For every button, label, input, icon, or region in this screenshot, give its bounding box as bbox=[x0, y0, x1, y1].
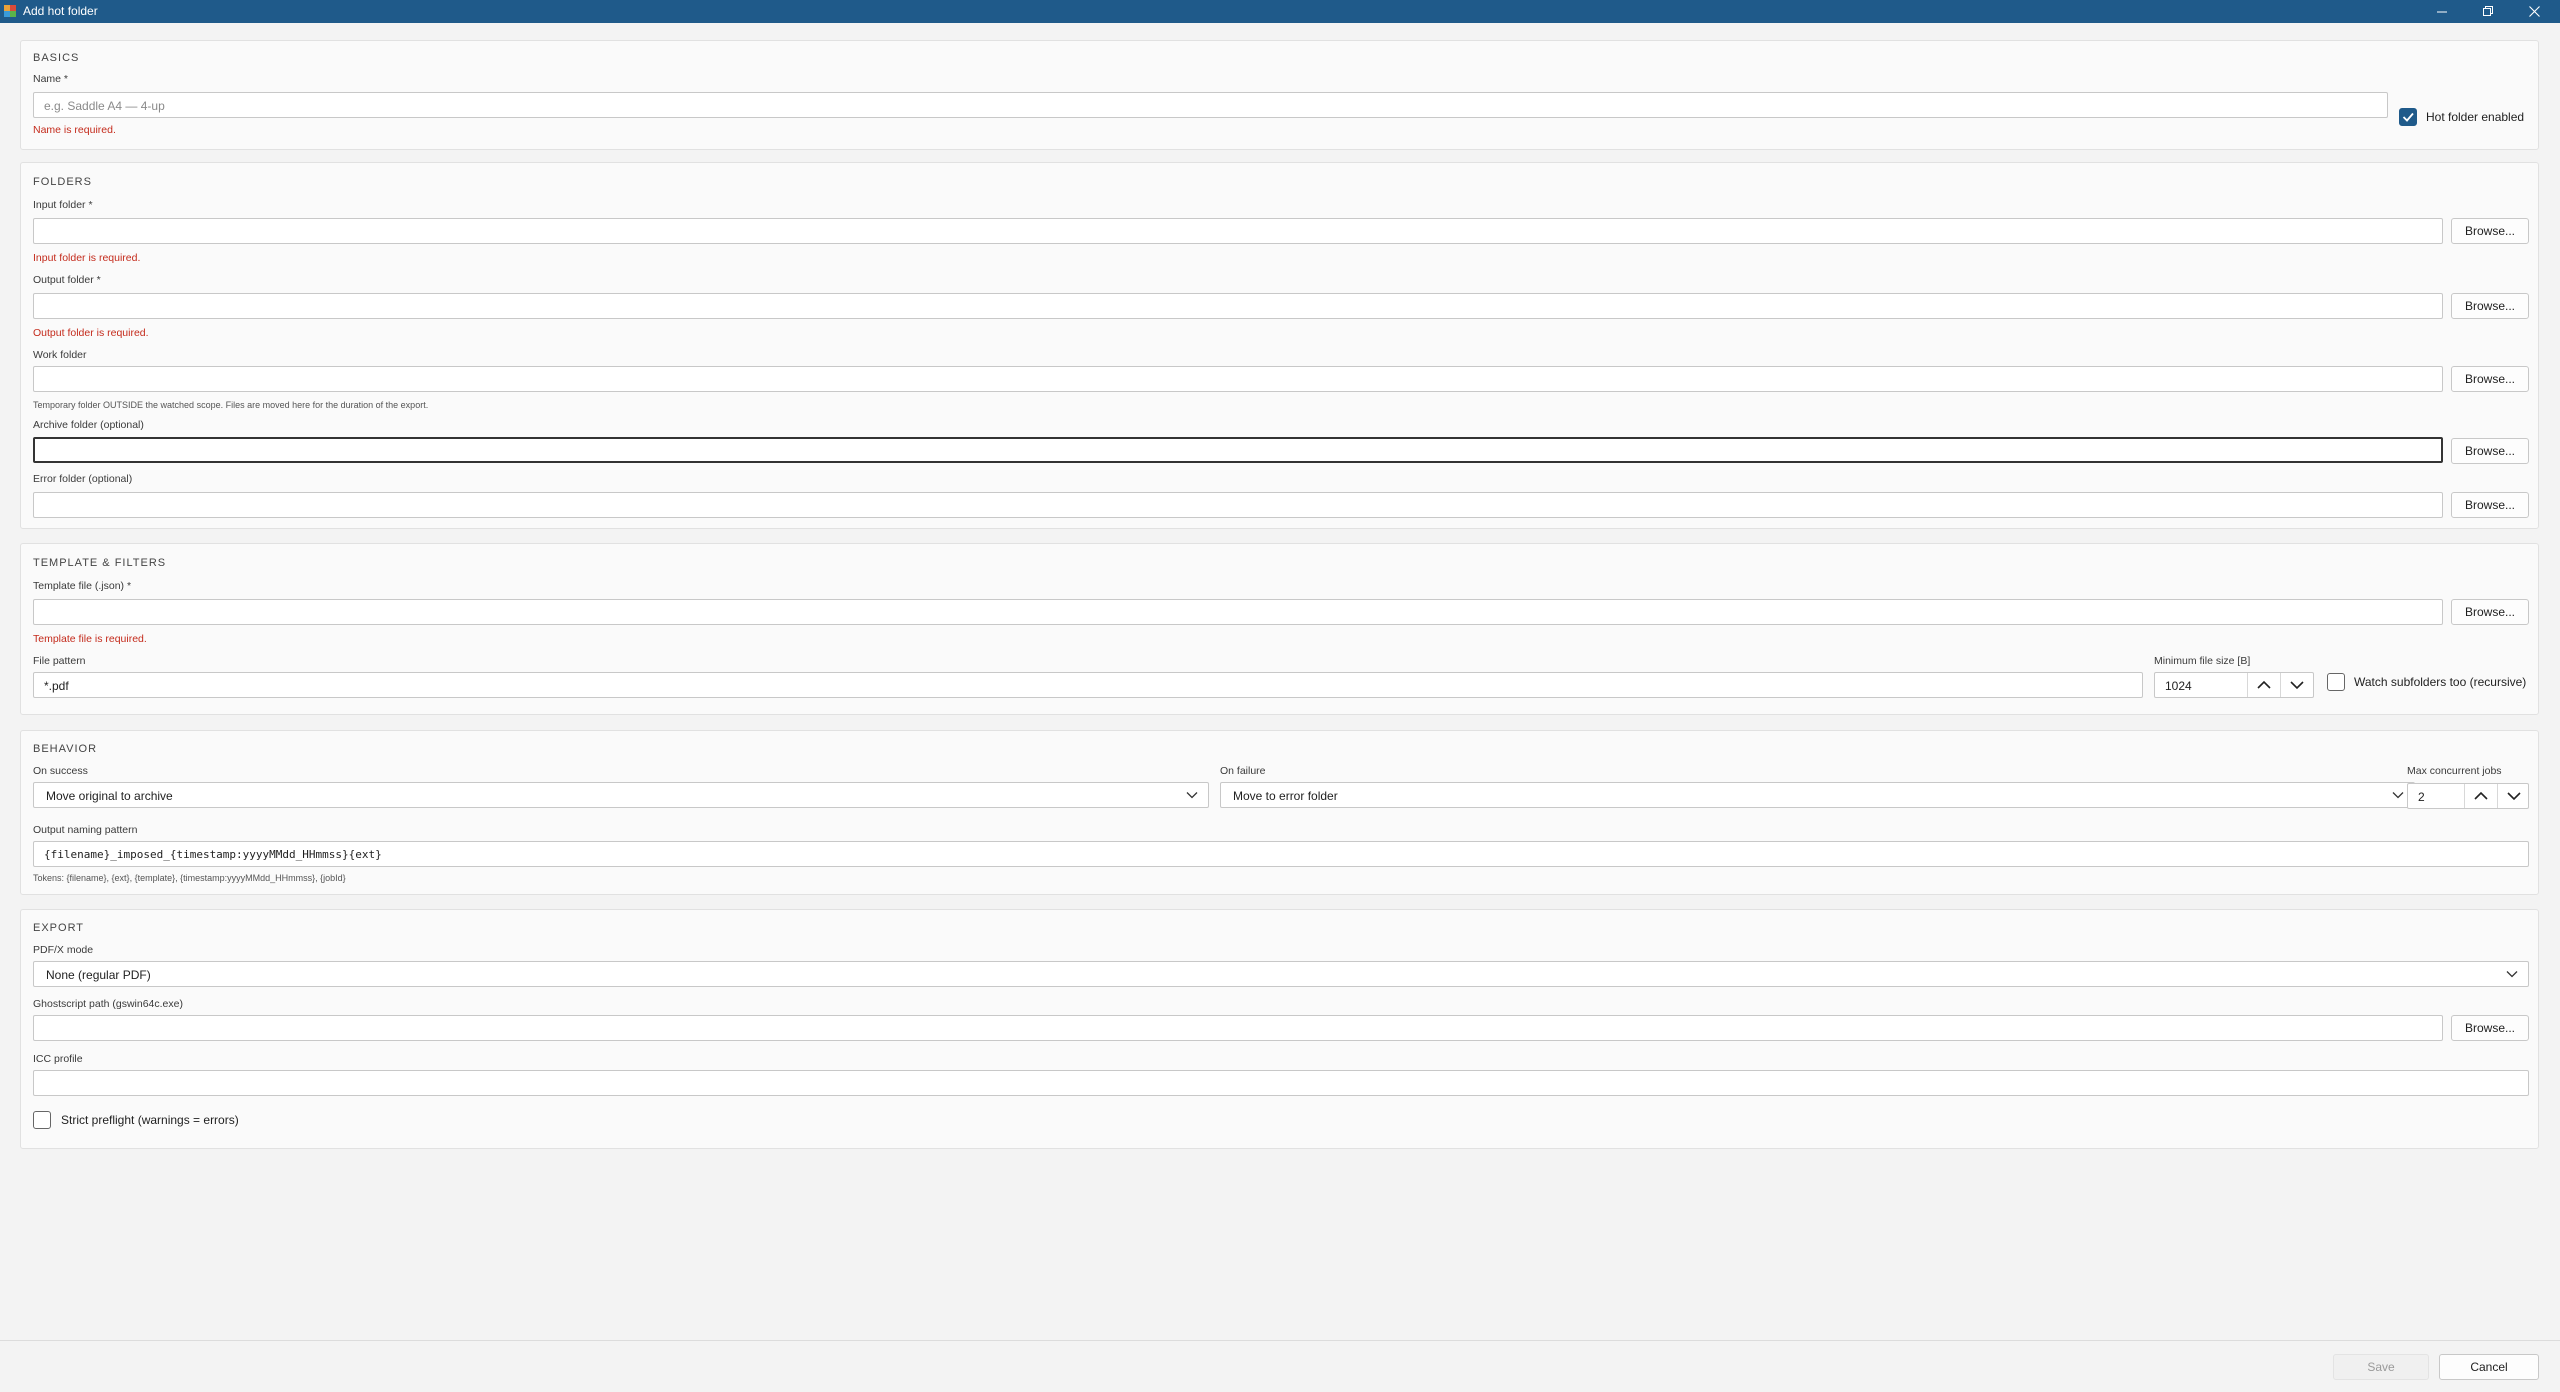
naming-pattern-label: Output naming pattern bbox=[33, 824, 138, 836]
error-folder-input[interactable] bbox=[33, 492, 2443, 518]
max-jobs-increment[interactable] bbox=[2464, 784, 2496, 808]
work-folder-input[interactable] bbox=[33, 366, 2443, 392]
name-error: Name is required. bbox=[33, 124, 116, 136]
work-folder-label: Work folder bbox=[33, 349, 87, 361]
min-file-size-input[interactable]: 1024 bbox=[2154, 672, 2314, 698]
title-bar: Add hot folder bbox=[0, 0, 2560, 23]
browse-output-folder-button[interactable]: Browse... bbox=[2451, 293, 2529, 319]
close-icon bbox=[2528, 6, 2540, 17]
on-success-label: On success bbox=[33, 765, 88, 777]
chevron-down-icon bbox=[2392, 792, 2404, 799]
input-folder-error: Input folder is required. bbox=[33, 252, 141, 264]
browse-input-folder-button[interactable]: Browse... bbox=[2451, 218, 2529, 244]
output-folder-input[interactable] bbox=[33, 293, 2443, 319]
recursive-label: Watch subfolders too (recursive) bbox=[2354, 675, 2527, 689]
naming-pattern-value: {filename}_imposed_{timestamp:yyyyMMdd_H… bbox=[44, 848, 382, 861]
browse-work-folder-button[interactable]: Browse... bbox=[2451, 366, 2529, 392]
section-title: TEMPLATE & FILTERS bbox=[33, 557, 167, 569]
hot-folder-enabled-label: Hot folder enabled bbox=[2426, 110, 2525, 124]
basics-section: BASICS Name * e.g. Saddle A4 — 4-up Name… bbox=[20, 40, 2539, 150]
work-folder-hint: Temporary folder OUTSIDE the watched sco… bbox=[33, 400, 429, 410]
chevron-up-icon bbox=[2256, 680, 2271, 689]
app-icon bbox=[4, 5, 16, 17]
strict-preflight-label: Strict preflight (warnings = errors) bbox=[61, 1113, 239, 1127]
min-file-size-value: 1024 bbox=[2165, 679, 2192, 693]
ghostscript-path-input[interactable] bbox=[33, 1015, 2443, 1041]
folders-section: FOLDERS Input folder * Browse... Input f… bbox=[20, 162, 2539, 529]
name-placeholder: e.g. Saddle A4 — 4-up bbox=[44, 99, 165, 113]
minimize-icon bbox=[2437, 11, 2447, 12]
name-input[interactable]: e.g. Saddle A4 — 4-up bbox=[33, 92, 2388, 118]
archive-folder-input[interactable] bbox=[33, 437, 2443, 463]
export-section: EXPORT PDF/X mode None (regular PDF) Gho… bbox=[20, 909, 2539, 1149]
max-jobs-input[interactable]: 2 bbox=[2407, 783, 2529, 809]
checkmark-icon bbox=[2402, 112, 2414, 122]
template-file-input[interactable] bbox=[33, 599, 2443, 625]
chevron-up-icon bbox=[2473, 791, 2488, 800]
browse-error-folder-button[interactable]: Browse... bbox=[2451, 492, 2529, 518]
on-failure-value: Move to error folder bbox=[1233, 789, 1338, 803]
tokens-hint: Tokens: {filename}, {ext}, {template}, {… bbox=[33, 873, 346, 883]
restore-icon bbox=[2482, 6, 2493, 16]
ghostscript-path-label: Ghostscript path (gswin64c.exe) bbox=[33, 998, 183, 1010]
max-jobs-decrement[interactable] bbox=[2497, 784, 2528, 808]
pdfx-mode-label: PDF/X mode bbox=[33, 944, 94, 956]
file-pattern-label: File pattern bbox=[33, 655, 86, 667]
on-success-value: Move original to archive bbox=[46, 789, 173, 803]
behavior-section: BEHAVIOR On success Move original to arc… bbox=[20, 730, 2539, 895]
minimize-button[interactable] bbox=[2419, 0, 2465, 23]
input-folder-input[interactable] bbox=[33, 218, 2443, 244]
strict-preflight-checkbox[interactable] bbox=[33, 1111, 51, 1129]
chevron-down-icon bbox=[2289, 681, 2304, 690]
cancel-button[interactable]: Cancel bbox=[2439, 1354, 2539, 1380]
name-label: Name * bbox=[33, 73, 69, 85]
section-title: BEHAVIOR bbox=[33, 743, 98, 755]
browse-ghostscript-button[interactable]: Browse... bbox=[2451, 1015, 2529, 1041]
template-file-label: Template file (.json) * bbox=[33, 580, 132, 592]
chevron-down-icon bbox=[1186, 792, 1198, 799]
chevron-down-icon bbox=[2506, 792, 2521, 801]
min-file-size-increment[interactable] bbox=[2247, 673, 2279, 697]
section-title: BASICS bbox=[33, 52, 80, 64]
max-jobs-value: 2 bbox=[2418, 790, 2425, 804]
on-failure-label: On failure bbox=[1220, 765, 1266, 777]
browse-archive-folder-button[interactable]: Browse... bbox=[2451, 438, 2529, 464]
close-button[interactable] bbox=[2511, 0, 2557, 23]
icc-profile-input[interactable] bbox=[33, 1070, 2529, 1096]
recursive-checkbox[interactable] bbox=[2327, 673, 2345, 691]
file-pattern-value: *.pdf bbox=[44, 679, 69, 693]
section-title: EXPORT bbox=[33, 922, 85, 934]
chevron-down-icon bbox=[2506, 971, 2518, 978]
pdfx-mode-value: None (regular PDF) bbox=[46, 968, 151, 982]
browse-template-file-button[interactable]: Browse... bbox=[2451, 599, 2529, 625]
section-title: FOLDERS bbox=[33, 176, 92, 188]
max-jobs-label: Max concurrent jobs bbox=[2407, 765, 2502, 777]
hot-folder-enabled-checkbox[interactable] bbox=[2399, 108, 2417, 126]
naming-pattern-input[interactable]: {filename}_imposed_{timestamp:yyyyMMdd_H… bbox=[33, 841, 2529, 867]
save-button[interactable]: Save bbox=[2333, 1354, 2429, 1380]
on-success-dropdown[interactable]: Move original to archive bbox=[33, 782, 1209, 808]
pdfx-mode-dropdown[interactable]: None (regular PDF) bbox=[33, 961, 2529, 987]
template-file-error: Template file is required. bbox=[33, 633, 147, 645]
output-folder-label: Output folder * bbox=[33, 274, 101, 286]
file-pattern-input[interactable]: *.pdf bbox=[33, 672, 2143, 698]
restore-button[interactable] bbox=[2465, 0, 2511, 23]
window-title: Add hot folder bbox=[23, 4, 98, 18]
template-filters-section: TEMPLATE & FILTERS Template file (.json)… bbox=[20, 543, 2539, 715]
footer-divider bbox=[0, 1340, 2560, 1341]
error-folder-label: Error folder (optional) bbox=[33, 473, 133, 485]
output-folder-error: Output folder is required. bbox=[33, 327, 149, 339]
min-file-size-label: Minimum file size [B] bbox=[2154, 655, 2251, 667]
input-folder-label: Input folder * bbox=[33, 199, 93, 211]
archive-folder-label: Archive folder (optional) bbox=[33, 419, 144, 431]
on-failure-dropdown[interactable]: Move to error folder bbox=[1220, 782, 2415, 808]
min-file-size-decrement[interactable] bbox=[2280, 673, 2312, 697]
icc-profile-label: ICC profile bbox=[33, 1053, 83, 1065]
